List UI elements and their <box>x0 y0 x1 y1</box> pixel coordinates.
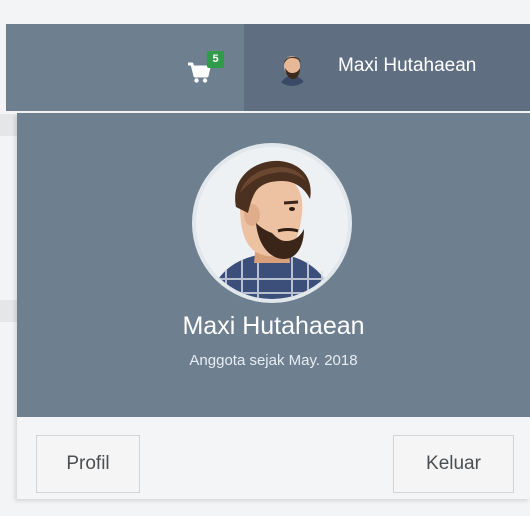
cart-count-badge: 5 <box>207 51 224 68</box>
background-fragment <box>0 114 18 136</box>
member-since-text: Anggota sejak May. 2018 <box>189 352 358 369</box>
user-menu-toggle[interactable]: Maxi Hutahaean <box>244 24 530 111</box>
logout-button[interactable]: Keluar <box>393 435 514 493</box>
dropdown-header: Maxi Hutahaean Anggota sejak May. 2018 <box>17 113 530 417</box>
cart-button[interactable]: 5 <box>186 51 224 90</box>
profile-avatar-image <box>196 147 348 299</box>
profile-name: Maxi Hutahaean <box>182 312 365 340</box>
user-avatar-image <box>274 50 310 86</box>
navbar-username: Maxi Hutahaean <box>338 55 477 76</box>
background-fragment <box>0 300 18 322</box>
dropdown-footer: Profil Keluar <box>17 417 530 499</box>
user-dropdown: Maxi Hutahaean Anggota sejak May. 2018 P… <box>17 113 530 499</box>
top-navbar: 5 Maxi Hutahaean <box>6 24 530 111</box>
profile-button[interactable]: Profil <box>36 435 140 493</box>
avatar <box>274 50 310 86</box>
profile-avatar <box>192 143 352 303</box>
